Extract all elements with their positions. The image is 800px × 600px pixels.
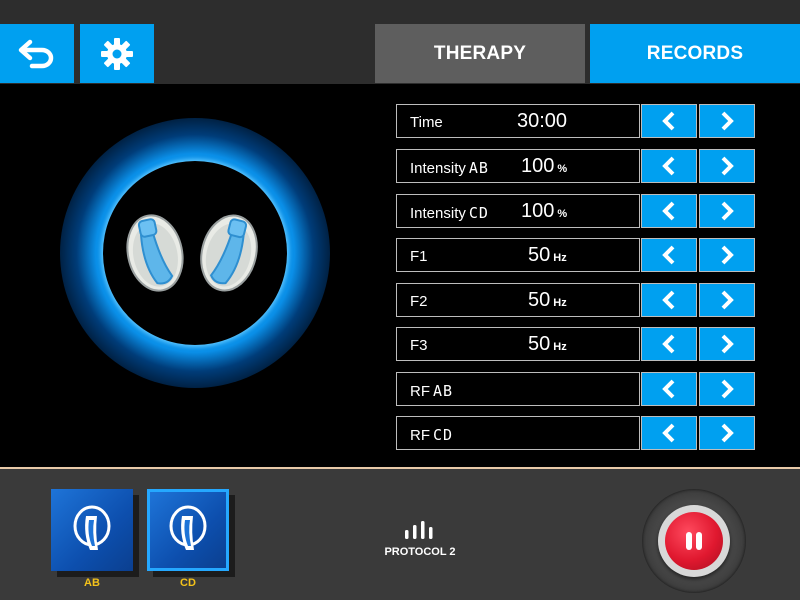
pause-icon bbox=[686, 532, 702, 550]
param-label: Intensity AB bbox=[410, 159, 489, 177]
param-row-time: Time 30:00 bbox=[396, 104, 755, 138]
param-display: F2 50 Hz bbox=[396, 283, 640, 317]
chevron-left-icon bbox=[662, 111, 675, 131]
param-display: Intensity CD 100% bbox=[396, 194, 640, 228]
orb-core bbox=[103, 161, 287, 345]
param-value: 30:00 bbox=[517, 110, 568, 132]
chevron-right-icon bbox=[721, 290, 734, 310]
decrease-f2-button[interactable] bbox=[641, 283, 697, 317]
top-bar: THERAPY RECORDS bbox=[0, 0, 800, 84]
param-label: F2 bbox=[410, 293, 428, 310]
chevron-right-icon bbox=[721, 111, 734, 131]
electrode-icon bbox=[73, 505, 111, 550]
param-row-intensity-ab: Intensity AB 100% bbox=[396, 149, 755, 183]
gear-icon bbox=[101, 37, 133, 70]
chevron-left-icon bbox=[662, 379, 675, 399]
chevron-left-icon bbox=[662, 201, 675, 221]
chevron-right-icon bbox=[721, 245, 734, 265]
param-value: 50 Hz bbox=[528, 333, 567, 355]
decrease-f1-button[interactable] bbox=[641, 238, 697, 272]
increase-f2-button[interactable] bbox=[699, 283, 755, 317]
electrode-icon bbox=[169, 505, 207, 550]
electrode-display bbox=[60, 118, 330, 388]
param-row-rf-ab: RF AB bbox=[396, 372, 755, 406]
param-label: F1 bbox=[410, 248, 428, 265]
decrease-f3-button[interactable] bbox=[641, 327, 697, 361]
decrease-intensity-cd-button[interactable] bbox=[641, 194, 697, 228]
param-row-f2: F2 50 Hz bbox=[396, 283, 755, 317]
param-row-f1: F1 50 Hz bbox=[396, 238, 755, 272]
increase-time-button[interactable] bbox=[699, 104, 755, 138]
param-label: RF CD bbox=[410, 426, 454, 444]
param-row-rf-cd: RF CD bbox=[396, 416, 755, 450]
param-value: 50 Hz bbox=[528, 244, 567, 266]
chevron-right-icon bbox=[721, 423, 734, 443]
param-display: Intensity AB 100% bbox=[396, 149, 640, 183]
increase-intensity-cd-button[interactable] bbox=[699, 194, 755, 228]
signal-bars-icon bbox=[405, 521, 433, 539]
channel-ab-label: AB bbox=[84, 577, 100, 589]
channel-cd-button[interactable] bbox=[147, 489, 229, 571]
increase-rf-cd-button[interactable] bbox=[699, 416, 755, 450]
chevron-left-icon bbox=[662, 290, 675, 310]
chevron-left-icon bbox=[662, 245, 675, 265]
param-label: Intensity CD bbox=[410, 204, 489, 222]
param-row-intensity-cd: Intensity CD 100% bbox=[396, 194, 755, 228]
tab-therapy[interactable]: THERAPY bbox=[375, 24, 585, 83]
tab-records[interactable]: RECORDS bbox=[590, 24, 800, 83]
decrease-rf-cd-button[interactable] bbox=[641, 416, 697, 450]
protocol-name: PROTOCOL 2 bbox=[384, 546, 456, 558]
chevron-right-icon bbox=[721, 379, 734, 399]
decrease-intensity-ab-button[interactable] bbox=[641, 149, 697, 183]
electrode-pads-icon bbox=[126, 214, 258, 292]
param-display: F3 50 Hz bbox=[396, 327, 640, 361]
param-label: F3 bbox=[410, 337, 428, 354]
chevron-right-icon bbox=[721, 201, 734, 221]
param-value: 100% bbox=[521, 200, 568, 222]
chevron-right-icon bbox=[721, 156, 734, 176]
param-display: RF AB bbox=[396, 372, 640, 406]
param-row-f3: F3 50 Hz bbox=[396, 327, 755, 361]
chevron-left-icon bbox=[662, 334, 675, 354]
channel-ab-button[interactable] bbox=[51, 489, 133, 571]
protocol-selector[interactable]: PROTOCOL 2 bbox=[372, 521, 468, 558]
back-arrow-icon bbox=[18, 39, 54, 68]
settings-button[interactable] bbox=[80, 24, 154, 83]
decrease-rf-ab-button[interactable] bbox=[641, 372, 697, 406]
pause-button[interactable] bbox=[642, 489, 746, 593]
decrease-time-button[interactable] bbox=[641, 104, 697, 138]
increase-f1-button[interactable] bbox=[699, 238, 755, 272]
channel-cd-label: CD bbox=[180, 577, 196, 589]
param-display: Time 30:00 bbox=[396, 104, 640, 138]
bottom-bar: AB CD PROTOCOL 2 bbox=[0, 467, 800, 600]
param-value: 100% bbox=[521, 155, 568, 177]
pause-core bbox=[665, 512, 723, 570]
param-value: 50 Hz bbox=[528, 289, 567, 311]
param-display: RF CD bbox=[396, 416, 640, 450]
chevron-left-icon bbox=[662, 156, 675, 176]
param-label: Time bbox=[410, 114, 443, 131]
param-label: RF AB bbox=[410, 382, 454, 400]
back-button[interactable] bbox=[0, 24, 74, 83]
increase-f3-button[interactable] bbox=[699, 327, 755, 361]
increase-rf-ab-button[interactable] bbox=[699, 372, 755, 406]
pause-ring bbox=[658, 505, 730, 577]
param-display: F1 50 Hz bbox=[396, 238, 640, 272]
increase-intensity-ab-button[interactable] bbox=[699, 149, 755, 183]
chevron-right-icon bbox=[721, 334, 734, 354]
chevron-left-icon bbox=[662, 423, 675, 443]
